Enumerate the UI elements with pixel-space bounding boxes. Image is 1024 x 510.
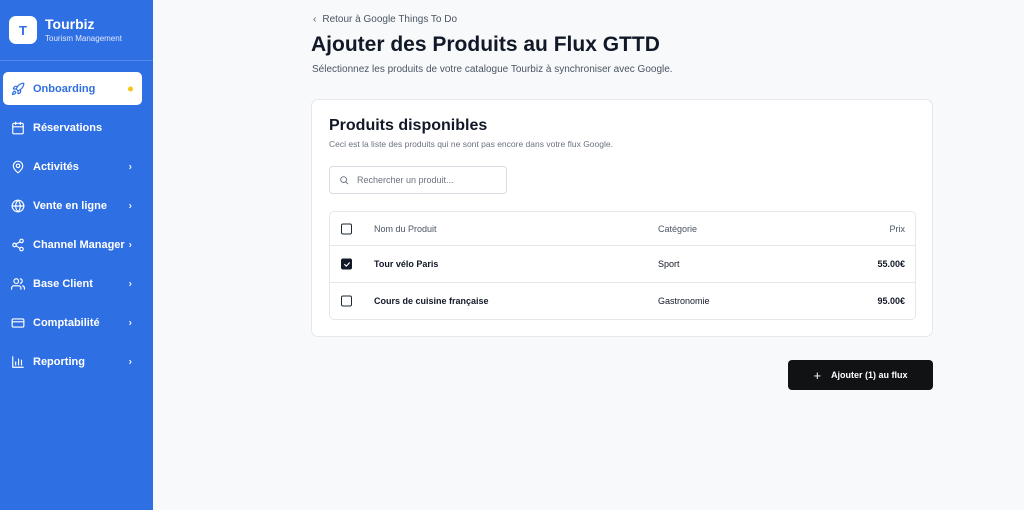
product-category: Gastronomie	[658, 295, 710, 306]
card-title: Produits disponibles	[329, 117, 488, 134]
brand-text: Tourbiz Tourism Management	[45, 16, 122, 44]
sidebar-item-label: Vente en ligne	[33, 199, 107, 212]
sidebar-item-vente-en-ligne[interactable]: Vente en ligne ›	[3, 189, 142, 222]
brand[interactable]: T Tourbiz Tourism Management	[0, 0, 153, 61]
chevron-right-icon: ›	[128, 161, 132, 172]
chevron-right-icon: ›	[128, 278, 132, 289]
row-checkbox[interactable]	[341, 295, 352, 306]
sidebar-item-onboarding[interactable]: Onboarding	[3, 72, 142, 105]
globe-icon	[11, 199, 25, 213]
sidebar-item-activites[interactable]: Activités ›	[3, 150, 142, 183]
sidebar-item-label: Channel Manager	[33, 238, 125, 251]
product-name: Tour vélo Paris	[374, 259, 439, 269]
users-icon	[11, 277, 25, 291]
sidebar-item-label: Activités	[33, 160, 79, 173]
back-link-label: Retour à Google Things To Do	[322, 14, 458, 25]
credit-card-icon	[11, 316, 25, 330]
brand-name: Tourbiz	[45, 16, 95, 32]
product-name: Cours de cuisine française	[374, 295, 489, 306]
page-subtitle: Sélectionnez les produits de votre catal…	[312, 64, 673, 75]
row-checkbox-cell	[341, 295, 352, 306]
rocket-icon	[11, 82, 25, 96]
plus-icon: +	[813, 367, 822, 383]
sidebar-item-comptabilite[interactable]: Comptabilité ›	[3, 306, 142, 339]
product-price: 55.00€	[877, 259, 905, 269]
product-category: Sport	[658, 259, 680, 269]
chevron-right-icon: ›	[128, 317, 132, 328]
search-input[interactable]	[357, 175, 502, 185]
share-icon	[11, 238, 25, 252]
add-to-feed-button[interactable]: + Ajouter (1) au flux	[788, 360, 933, 390]
back-link[interactable]: ‹ Retour à Google Things To Do	[313, 14, 457, 25]
sidebar-item-reservations[interactable]: Réservations	[3, 111, 142, 144]
map-pin-icon	[11, 160, 25, 174]
select-all-checkbox[interactable]	[341, 223, 352, 234]
select-all-cell	[341, 223, 352, 234]
products-card: Produits disponibles Ceci est la liste d…	[311, 99, 933, 337]
notification-dot	[128, 86, 133, 91]
brand-subtitle: Tourism Management	[45, 34, 122, 43]
sidebar-item-channel-manager[interactable]: Channel Manager ›	[3, 228, 142, 261]
add-to-feed-label: Ajouter (1) au flux	[831, 370, 908, 380]
row-checkbox[interactable]	[341, 258, 352, 270]
check-icon	[343, 261, 350, 267]
chevron-right-icon: ›	[128, 239, 132, 250]
column-header-price[interactable]: Prix	[890, 224, 906, 234]
sidebar-item-label: Reporting	[33, 355, 85, 368]
table-header-row: Nom du Produit Catégorie Prix	[330, 212, 915, 246]
chevron-right-icon: ›	[128, 356, 132, 367]
column-header-name[interactable]: Nom du Produit	[374, 224, 437, 234]
sidebar-item-label: Réservations	[33, 121, 103, 134]
product-price: 95.00€	[877, 295, 905, 306]
card-subtitle: Ceci est la liste des produits qui ne so…	[329, 139, 613, 149]
sidebar-item-label: Onboarding	[33, 82, 96, 95]
row-checkbox-cell	[341, 258, 352, 270]
sidebar-item-reporting[interactable]: Reporting ›	[3, 345, 142, 378]
sidebar-nav: Onboarding Réservations Activités › Vent…	[0, 61, 153, 378]
search-box	[329, 166, 507, 194]
sidebar-item-label: Comptabilité	[33, 316, 100, 329]
main-content: ‹ Retour à Google Things To Do Ajouter d…	[153, 0, 1024, 510]
sidebar-item-base-client[interactable]: Base Client ›	[3, 267, 142, 300]
products-table: Nom du Produit Catégorie Prix Tour vélo …	[329, 211, 916, 320]
calendar-icon	[11, 121, 25, 135]
chevron-right-icon: ›	[128, 200, 132, 211]
column-header-category[interactable]: Catégorie	[658, 224, 697, 234]
table-row[interactable]: Tour vélo Paris Sport 55.00€	[330, 246, 915, 283]
brand-logo: T	[9, 16, 37, 44]
search-icon	[340, 176, 349, 185]
bar-chart-icon	[11, 355, 25, 369]
page-title: Ajouter des Produits au Flux GTTD	[311, 33, 660, 56]
chevron-left-icon: ‹	[313, 14, 317, 25]
sidebar: T Tourbiz Tourism Management Onboarding …	[0, 0, 153, 510]
table-row[interactable]: Cours de cuisine française Gastronomie 9…	[330, 283, 915, 318]
sidebar-item-label: Base Client	[33, 277, 93, 290]
